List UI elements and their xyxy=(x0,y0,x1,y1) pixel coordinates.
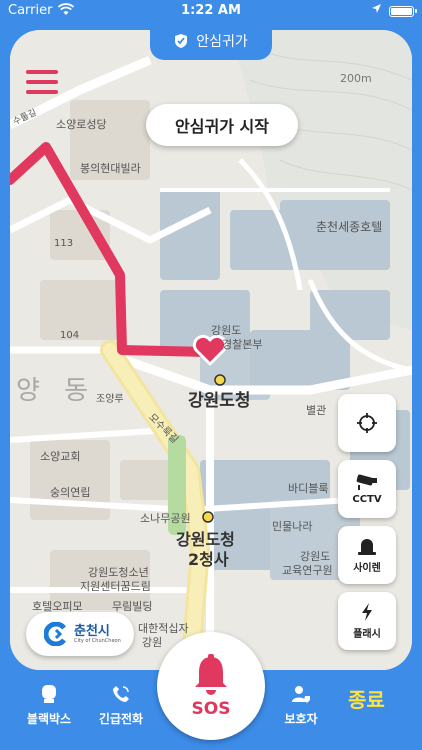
siren-button[interactable]: 사이렌 xyxy=(338,526,396,584)
clock: 1:22 AM xyxy=(181,3,241,18)
start-safe-return-button[interactable]: 안심귀가 시작 xyxy=(146,104,298,146)
tab-guardian[interactable]: 보호자 xyxy=(266,684,336,727)
status-bar: Carrier 1:22 AM xyxy=(0,0,422,22)
locate-button[interactable] xyxy=(338,394,396,452)
cctv-button[interactable]: CCTV xyxy=(338,460,396,518)
city-subtitle: City of ChunCheon xyxy=(74,637,121,644)
tab-emergency-call[interactable]: 긴급전화 xyxy=(86,684,156,727)
tab-blackbox-label: 블랙박스 xyxy=(26,712,72,726)
siren-label: 사이렌 xyxy=(353,563,381,574)
cctv-label: CCTV xyxy=(352,494,382,505)
sos-label: SOS xyxy=(191,699,231,719)
location-arrow-icon xyxy=(372,4,381,13)
header-tab: 안심귀가 xyxy=(150,22,272,60)
hamburger-line xyxy=(26,90,58,94)
page-title: 안심귀가 xyxy=(196,34,248,50)
bell-icon xyxy=(195,654,227,695)
city-name: 춘천시 xyxy=(74,623,110,639)
hamburger-line xyxy=(26,70,58,74)
sos-button[interactable]: SOS xyxy=(157,632,265,740)
flash-icon xyxy=(362,603,372,621)
tab-guardian-label: 보호자 xyxy=(284,712,318,726)
battery-icon xyxy=(389,6,417,17)
flash-button[interactable]: 플래시 xyxy=(338,592,396,650)
end-button[interactable]: 종료 xyxy=(348,684,385,713)
crosshair-icon xyxy=(357,413,377,433)
tab-blackbox[interactable]: 블랙박스 xyxy=(14,684,84,727)
blackbox-icon xyxy=(42,685,56,703)
hamburger-line xyxy=(26,80,58,84)
flash-label: 플래시 xyxy=(353,629,381,640)
shield-icon xyxy=(175,34,188,48)
menu-button[interactable] xyxy=(26,70,58,98)
phone-icon xyxy=(113,686,129,702)
cctv-icon xyxy=(356,474,377,490)
guardian-icon xyxy=(292,686,310,703)
map-view[interactable]: 200m 수툴길 소양로성당 봉의현대빌라 춘천세종호텔 113 강원도 경찰본… xyxy=(10,30,412,670)
city-logo: 춘천시 City of ChunCheon xyxy=(26,612,134,656)
chuncheon-logo-icon xyxy=(44,622,66,646)
tab-emergency-call-label: 긴급전화 xyxy=(98,712,144,726)
siren-icon xyxy=(358,539,376,555)
